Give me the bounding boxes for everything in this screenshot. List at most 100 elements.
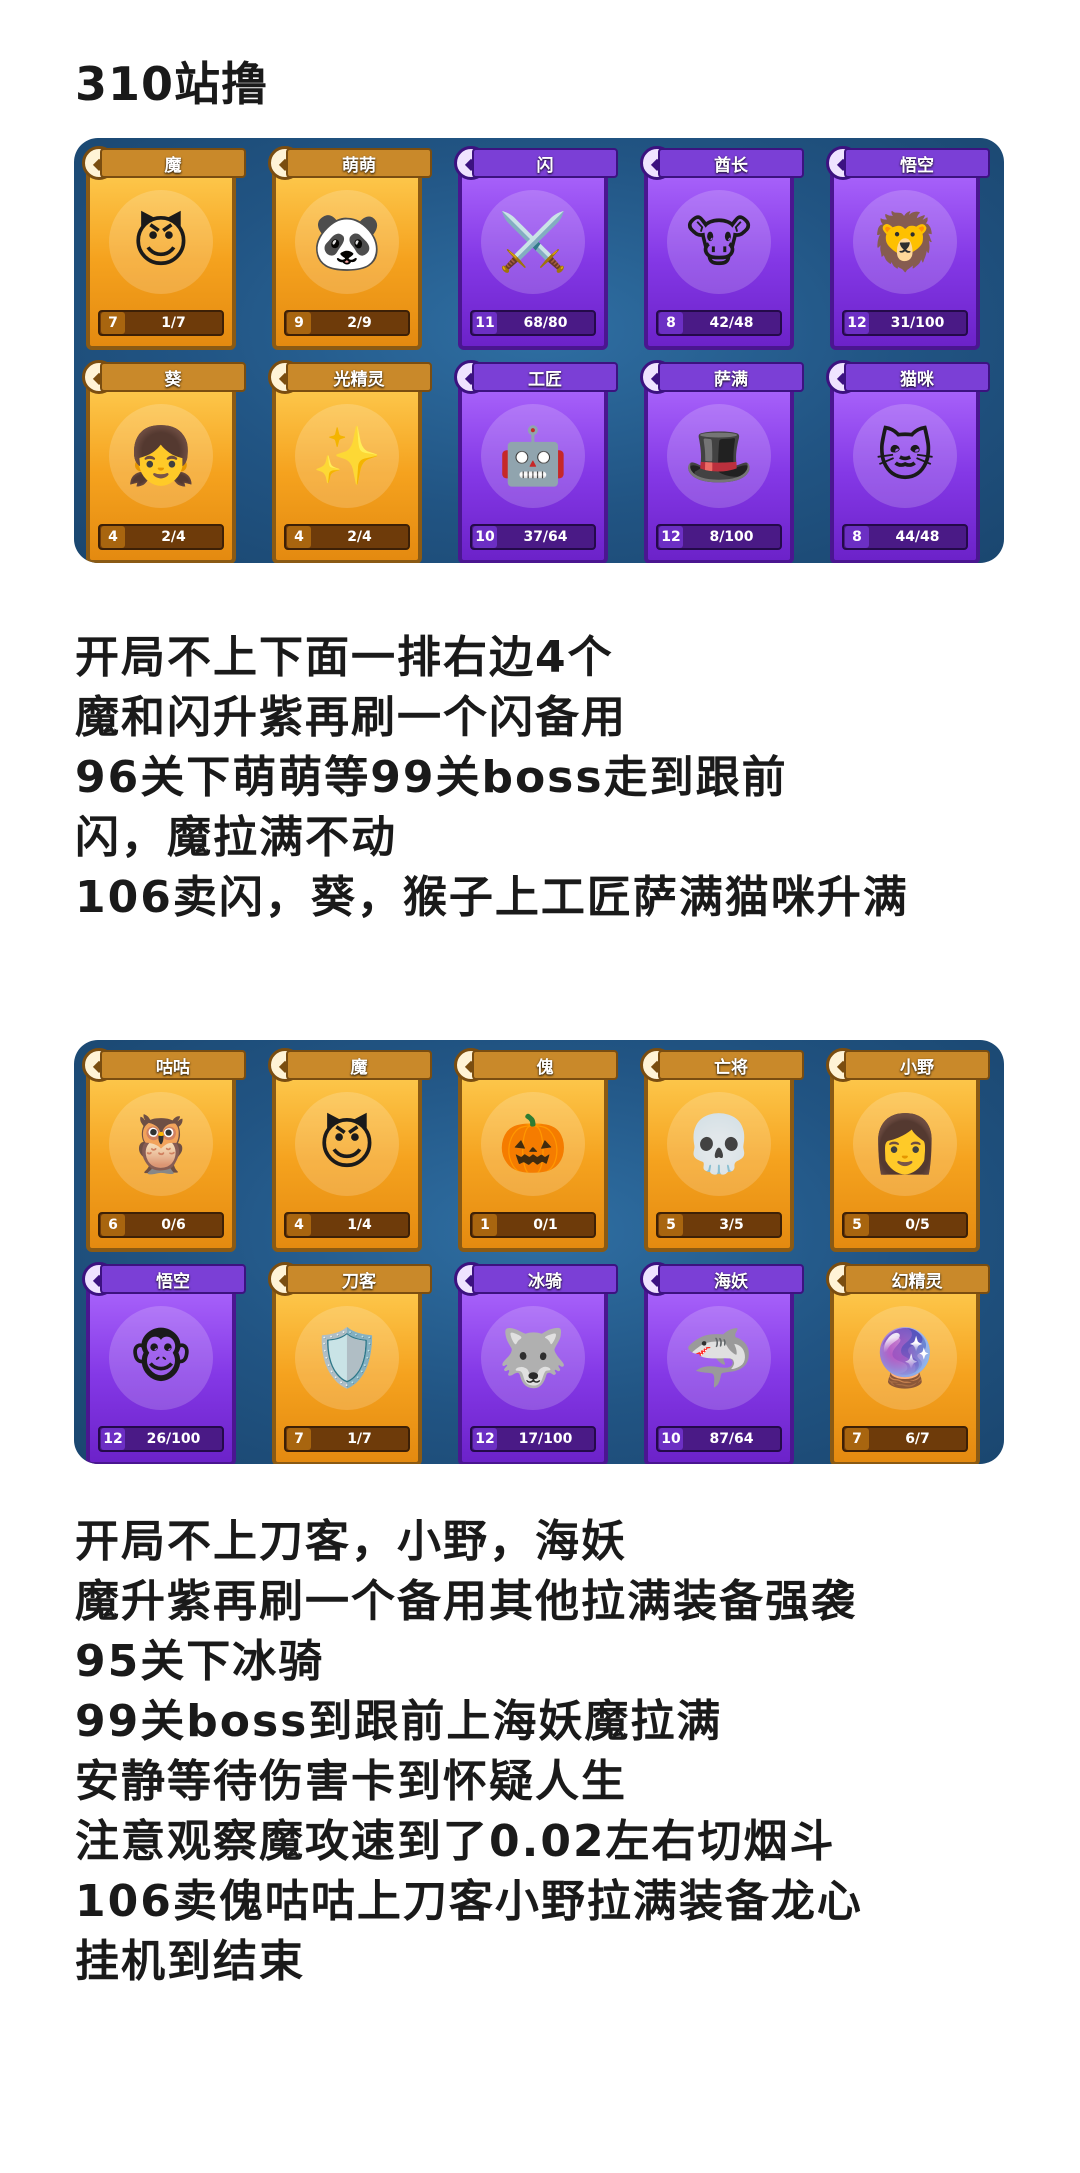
progress-bar: 5 0/5	[842, 1212, 968, 1238]
strategy-text-1: 开局不上下面一排右边4个 魔和闪升紫再刷一个闪备用 96关下萌萌等99关boss走到…	[75, 628, 909, 928]
progress-bar: 9 2/9	[284, 310, 410, 336]
text-line: 95关下冰骑	[75, 1636, 325, 1687]
text-line: 99关boss到跟前上海妖魔拉满	[75, 1696, 723, 1747]
text-line: 魔和闪升紫再刷一个闪备用	[75, 692, 627, 743]
hero-card[interactable]: ◆ 葵 👧 4 2/4	[82, 360, 246, 563]
hero-level: 5	[659, 1214, 683, 1236]
hero-card[interactable]: ◆ 萌萌 🐼 9 2/9	[268, 146, 432, 350]
hero-panel-2: ◆ 咕咕 🦉 6 0/6 ◆ 魔 😈 4 1/4 ◆ 傀 🎃 1 0/1 ◆ 亡将 💀 5 3/5 ◆ 小野 👩 5 0/5 ◆ 悟…	[74, 1040, 1004, 1464]
hero-card[interactable]: ◆ 魔 😈 4 1/4	[268, 1048, 432, 1252]
hero-progress: 87/64	[709, 1431, 754, 1447]
hero-card[interactable]: ◆ 酋长 🐮 8 42/48	[640, 146, 804, 350]
hero-portrait-icon: 🎃	[481, 1092, 585, 1196]
progress-bar: 1 0/1	[470, 1212, 596, 1238]
hero-card[interactable]: ◆ 光精灵 ✨ 4 2/4	[268, 360, 432, 563]
hero-name: 亡将	[658, 1050, 804, 1080]
strategy-text-2: 开局不上刀客，小野，海妖 魔升紫再刷一个备用其他拉满装备强袭 95关下冰骑 99关bo…	[75, 1512, 863, 1992]
hero-card[interactable]: ◆ 幻精灵 🔮 7 6/7	[826, 1262, 990, 1464]
page-title: 310站撸	[75, 57, 269, 111]
hero-progress: 8/100	[709, 529, 754, 545]
hero-portrait-icon: 👩	[853, 1092, 957, 1196]
hero-level: 5	[845, 1214, 869, 1236]
text-line: 106卖傀咕咕上刀客小野拉满装备龙心	[75, 1876, 863, 1927]
hero-level: 7	[845, 1428, 869, 1450]
hero-level: 6	[101, 1214, 125, 1236]
hero-card[interactable]: ◆ 悟空 🐵 12 26/100	[82, 1262, 246, 1464]
hero-level: 4	[101, 526, 125, 548]
hero-portrait-icon: 🔮	[853, 1306, 957, 1410]
hero-name: 猫咪	[844, 362, 990, 392]
hero-progress: 2/4	[347, 529, 372, 545]
hero-portrait-icon: 🦉	[109, 1092, 213, 1196]
hero-portrait-icon: 🐵	[109, 1306, 213, 1410]
text-line: 闪，魔拉满不动	[75, 812, 397, 863]
progress-bar: 8 42/48	[656, 310, 782, 336]
hero-level: 8	[845, 526, 869, 548]
progress-bar: 4 1/4	[284, 1212, 410, 1238]
progress-bar: 7 6/7	[842, 1426, 968, 1452]
hero-name: 萨满	[658, 362, 804, 392]
hero-panel-1: ◆ 魔 😈 7 1/7 ◆ 萌萌 🐼 9 2/9 ◆ 闪 ⚔️ 11 68/80 ◆ 酋长 🐮 8 42/48 ◆ 悟空 🦁…	[74, 138, 1004, 563]
hero-portrait-icon: 🐮	[667, 190, 771, 294]
hero-name: 悟空	[844, 148, 990, 178]
hero-card[interactable]: ◆ 海妖 🦈 10 87/64	[640, 1262, 804, 1464]
hero-portrait-icon: ⚔️	[481, 190, 585, 294]
hero-name: 刀客	[286, 1264, 432, 1294]
hero-card[interactable]: ◆ 冰骑 🐺 12 17/100	[454, 1262, 618, 1464]
hero-name: 冰骑	[472, 1264, 618, 1294]
progress-bar: 12 31/100	[842, 310, 968, 336]
hero-progress: 2/9	[347, 315, 372, 331]
hero-card[interactable]: ◆ 魔 😈 7 1/7	[82, 146, 246, 350]
hero-progress: 1/7	[347, 1431, 372, 1447]
hero-level: 12	[473, 1428, 497, 1450]
hero-progress: 1/4	[347, 1217, 372, 1233]
hero-portrait-icon: 😈	[295, 1092, 399, 1196]
hero-card[interactable]: ◆ 咕咕 🦉 6 0/6	[82, 1048, 246, 1252]
hero-card[interactable]: ◆ 闪 ⚔️ 11 68/80	[454, 146, 618, 350]
progress-bar: 8 44/48	[842, 524, 968, 550]
hero-level: 8	[659, 312, 683, 334]
hero-progress: 1/7	[161, 315, 186, 331]
hero-level: 4	[287, 526, 311, 548]
hero-portrait-icon: 🦈	[667, 1306, 771, 1410]
hero-portrait-icon: 😈	[109, 190, 213, 294]
hero-progress: 42/48	[709, 315, 754, 331]
hero-name: 酋长	[658, 148, 804, 178]
hero-level: 11	[473, 312, 497, 334]
text-line: 注意观察魔攻速到了0.02左右切烟斗	[75, 1816, 836, 1867]
hero-card[interactable]: ◆ 萨满 🎩 12 8/100	[640, 360, 804, 563]
hero-progress: 0/6	[161, 1217, 186, 1233]
progress-bar: 12 8/100	[656, 524, 782, 550]
hero-level: 10	[659, 1428, 683, 1450]
text-line: 魔升紫再刷一个备用其他拉满装备强袭	[75, 1576, 857, 1627]
hero-level: 12	[659, 526, 683, 548]
hero-portrait-icon: 🐺	[481, 1306, 585, 1410]
hero-card[interactable]: ◆ 猫咪 🐱 8 44/48	[826, 360, 990, 563]
hero-card[interactable]: ◆ 刀客 🛡️ 7 1/7	[268, 1262, 432, 1464]
hero-progress: 37/64	[523, 529, 568, 545]
hero-card[interactable]: ◆ 小野 👩 5 0/5	[826, 1048, 990, 1252]
progress-bar: 12 26/100	[98, 1426, 224, 1452]
progress-bar: 7 1/7	[98, 310, 224, 336]
hero-progress: 44/48	[895, 529, 940, 545]
hero-name: 魔	[286, 1050, 432, 1080]
hero-level: 7	[287, 1428, 311, 1450]
hero-card[interactable]: ◆ 傀 🎃 1 0/1	[454, 1048, 618, 1252]
progress-bar: 10 37/64	[470, 524, 596, 550]
progress-bar: 10 87/64	[656, 1426, 782, 1452]
hero-portrait-icon: 🎩	[667, 404, 771, 508]
hero-name: 海妖	[658, 1264, 804, 1294]
hero-name: 葵	[100, 362, 246, 392]
hero-name: 幻精灵	[844, 1264, 990, 1294]
hero-card[interactable]: ◆ 亡将 💀 5 3/5	[640, 1048, 804, 1252]
hero-level: 9	[287, 312, 311, 334]
hero-name: 闪	[472, 148, 618, 178]
text-line: 96关下萌萌等99关boss走到跟前	[75, 752, 788, 803]
progress-bar: 12 17/100	[470, 1426, 596, 1452]
hero-name: 魔	[100, 148, 246, 178]
hero-card[interactable]: ◆ 悟空 🦁 12 31/100	[826, 146, 990, 350]
hero-progress: 6/7	[905, 1431, 930, 1447]
hero-card[interactable]: ◆ 工匠 🤖 10 37/64	[454, 360, 618, 563]
hero-name: 咕咕	[100, 1050, 246, 1080]
hero-name: 光精灵	[286, 362, 432, 392]
